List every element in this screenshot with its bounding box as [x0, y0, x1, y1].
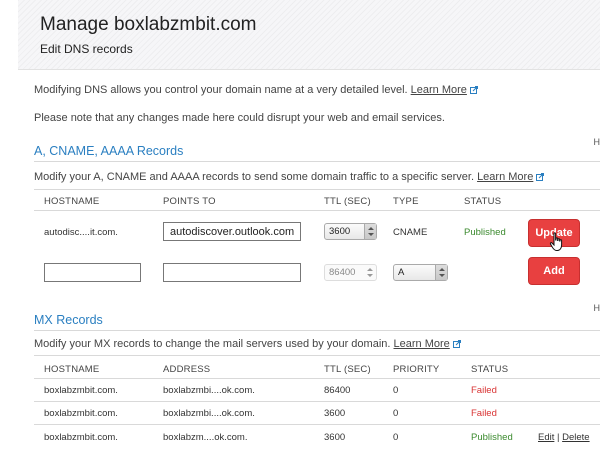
points-to-input[interactable] — [163, 222, 301, 241]
up-down-arrows-icon — [364, 265, 376, 280]
mx-learn-more-link[interactable]: Learn More — [394, 338, 450, 350]
status-badge: Published — [464, 227, 506, 238]
table-header-divider — [34, 210, 600, 211]
record-type: CNAME — [393, 227, 428, 238]
new-ttl-select[interactable]: 86400 — [324, 264, 377, 281]
learn-more-link[interactable]: Learn More — [411, 84, 467, 96]
section-divider — [34, 161, 600, 162]
col-hostname: HOSTNAME — [44, 196, 100, 207]
col-ttl: TTL (SEC) — [324, 196, 371, 207]
intro-line-1: Modifying DNS allows you control your do… — [34, 84, 408, 96]
edit-link[interactable]: Edit — [538, 432, 554, 443]
row-divider — [34, 401, 600, 402]
mx-col-ttl: TTL (SEC) — [324, 364, 371, 375]
new-type-select-value: A — [398, 267, 405, 278]
intro-text: Modifying DNS allows you control your do… — [34, 84, 478, 96]
dns-manager-page: Manage boxlabzmbit.com Edit DNS records … — [18, 0, 600, 450]
external-link-icon — [536, 173, 545, 181]
mx-description-text: Modify your MX records to change the mai… — [34, 338, 391, 350]
status-badge: Failed — [471, 408, 497, 419]
mx-col-address: ADDRESS — [163, 364, 211, 375]
new-hostname-input[interactable] — [44, 263, 141, 282]
page-header: Manage boxlabzmbit.com Edit DNS records — [18, 0, 600, 70]
hand-pointer-icon — [549, 232, 563, 251]
new-points-to-input[interactable] — [163, 263, 301, 282]
status-badge: Failed — [471, 385, 497, 396]
add-button[interactable]: Add — [528, 257, 580, 285]
help-hint[interactable]: H — [594, 303, 600, 313]
new-ttl-select-value: 86400 — [329, 267, 356, 278]
new-type-select[interactable]: A — [393, 264, 448, 281]
mx-priority: 0 — [393, 408, 399, 419]
intro-warning: Please note that any changes made here c… — [34, 112, 445, 124]
ttl-select[interactable]: 3600 — [324, 223, 377, 240]
mx-hostname: boxlabzmbit.com. — [44, 408, 118, 419]
external-link-icon — [452, 340, 461, 348]
mx-ttl: 3600 — [324, 432, 346, 443]
section-divider — [34, 355, 600, 356]
col-type: TYPE — [393, 196, 419, 207]
page-title: Manage boxlabzmbit.com — [40, 14, 257, 35]
mx-hostname: boxlabzmbit.com. — [44, 385, 118, 396]
mx-col-hostname: HOSTNAME — [44, 364, 100, 375]
record-hostname: autodisc....it.com. — [44, 227, 118, 238]
status-badge: Published — [471, 432, 513, 443]
mx-col-priority: PRIORITY — [393, 364, 440, 375]
mx-address: boxlabzmbi....ok.com. — [163, 385, 255, 396]
mx-ttl: 86400 — [324, 385, 351, 396]
a-records-description: Modify your A, CNAME and AAAA records to… — [34, 171, 545, 183]
a-learn-more-link[interactable]: Learn More — [477, 171, 533, 183]
table-header-divider — [34, 378, 600, 379]
help-hint[interactable]: H — [594, 137, 600, 147]
external-link-icon — [469, 86, 478, 94]
up-down-arrows-icon — [364, 224, 376, 239]
mx-priority: 0 — [393, 432, 399, 443]
action-separator: | — [557, 432, 560, 443]
section-divider — [34, 330, 600, 331]
up-down-arrows-icon — [435, 265, 447, 280]
section-divider — [34, 189, 600, 190]
row-divider — [34, 424, 600, 425]
mx-address: boxlabzmbi....ok.com. — [163, 408, 255, 419]
col-status: STATUS — [464, 196, 502, 207]
mx-records-description: Modify your MX records to change the mai… — [34, 338, 461, 350]
mx-priority: 0 — [393, 385, 399, 396]
a-records-title: A, CNAME, AAAA Records — [34, 144, 184, 158]
row-actions: Edit | Delete — [538, 432, 590, 443]
page-subtitle: Edit DNS records — [40, 42, 133, 56]
mx-col-status: STATUS — [471, 364, 509, 375]
a-description-text: Modify your A, CNAME and AAAA records to… — [34, 171, 474, 183]
col-points-to: POINTS TO — [163, 196, 216, 207]
mx-address: boxlabzm....ok.com. — [163, 432, 248, 443]
delete-link[interactable]: Delete — [562, 432, 589, 443]
mx-ttl: 3600 — [324, 408, 346, 419]
mx-records-title: MX Records — [34, 313, 103, 327]
mx-hostname: boxlabzmbit.com. — [44, 432, 118, 443]
ttl-select-value: 3600 — [329, 226, 351, 237]
